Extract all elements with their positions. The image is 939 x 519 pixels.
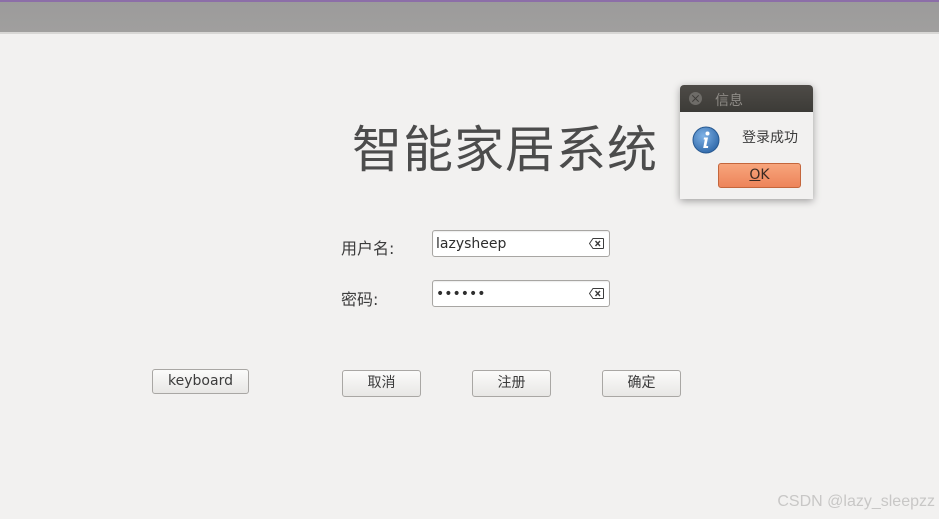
top-bar-divider [0, 32, 939, 34]
info-dialog: 信息 登录成功 OK [680, 85, 813, 199]
ok-mnemonic-letter: O [749, 167, 761, 183]
clear-text-icon[interactable] [589, 238, 604, 249]
keyboard-button[interactable]: keyboard [152, 369, 249, 394]
password-input[interactable] [436, 283, 584, 304]
username-label: 用户名: [341, 239, 395, 258]
dialog-titlebar[interactable]: 信息 [680, 85, 813, 112]
window-top-bar [0, 0, 939, 32]
dialog-message: 登录成功 [742, 130, 798, 146]
username-input[interactable] [436, 233, 584, 254]
info-icon [692, 126, 720, 154]
ok-button[interactable]: OK [718, 163, 801, 188]
login-window: 智能家居系统 用户名: 密码: keyboard 取消 注册 确定 信息 [0, 0, 939, 519]
ok-label-rest: K [760, 167, 770, 183]
register-button[interactable]: 注册 [472, 370, 551, 397]
cancel-button[interactable]: 取消 [342, 370, 421, 397]
username-field-box[interactable] [432, 230, 610, 257]
clear-text-icon[interactable] [589, 288, 604, 299]
confirm-button[interactable]: 确定 [602, 370, 681, 397]
dialog-title: 信息 [715, 93, 743, 109]
page-title: 智能家居系统 [352, 121, 658, 179]
password-field-box[interactable] [432, 280, 610, 307]
password-label: 密码: [341, 290, 379, 309]
watermark: CSDN @lazy_sleepzz [777, 493, 935, 510]
close-icon[interactable] [689, 92, 702, 105]
